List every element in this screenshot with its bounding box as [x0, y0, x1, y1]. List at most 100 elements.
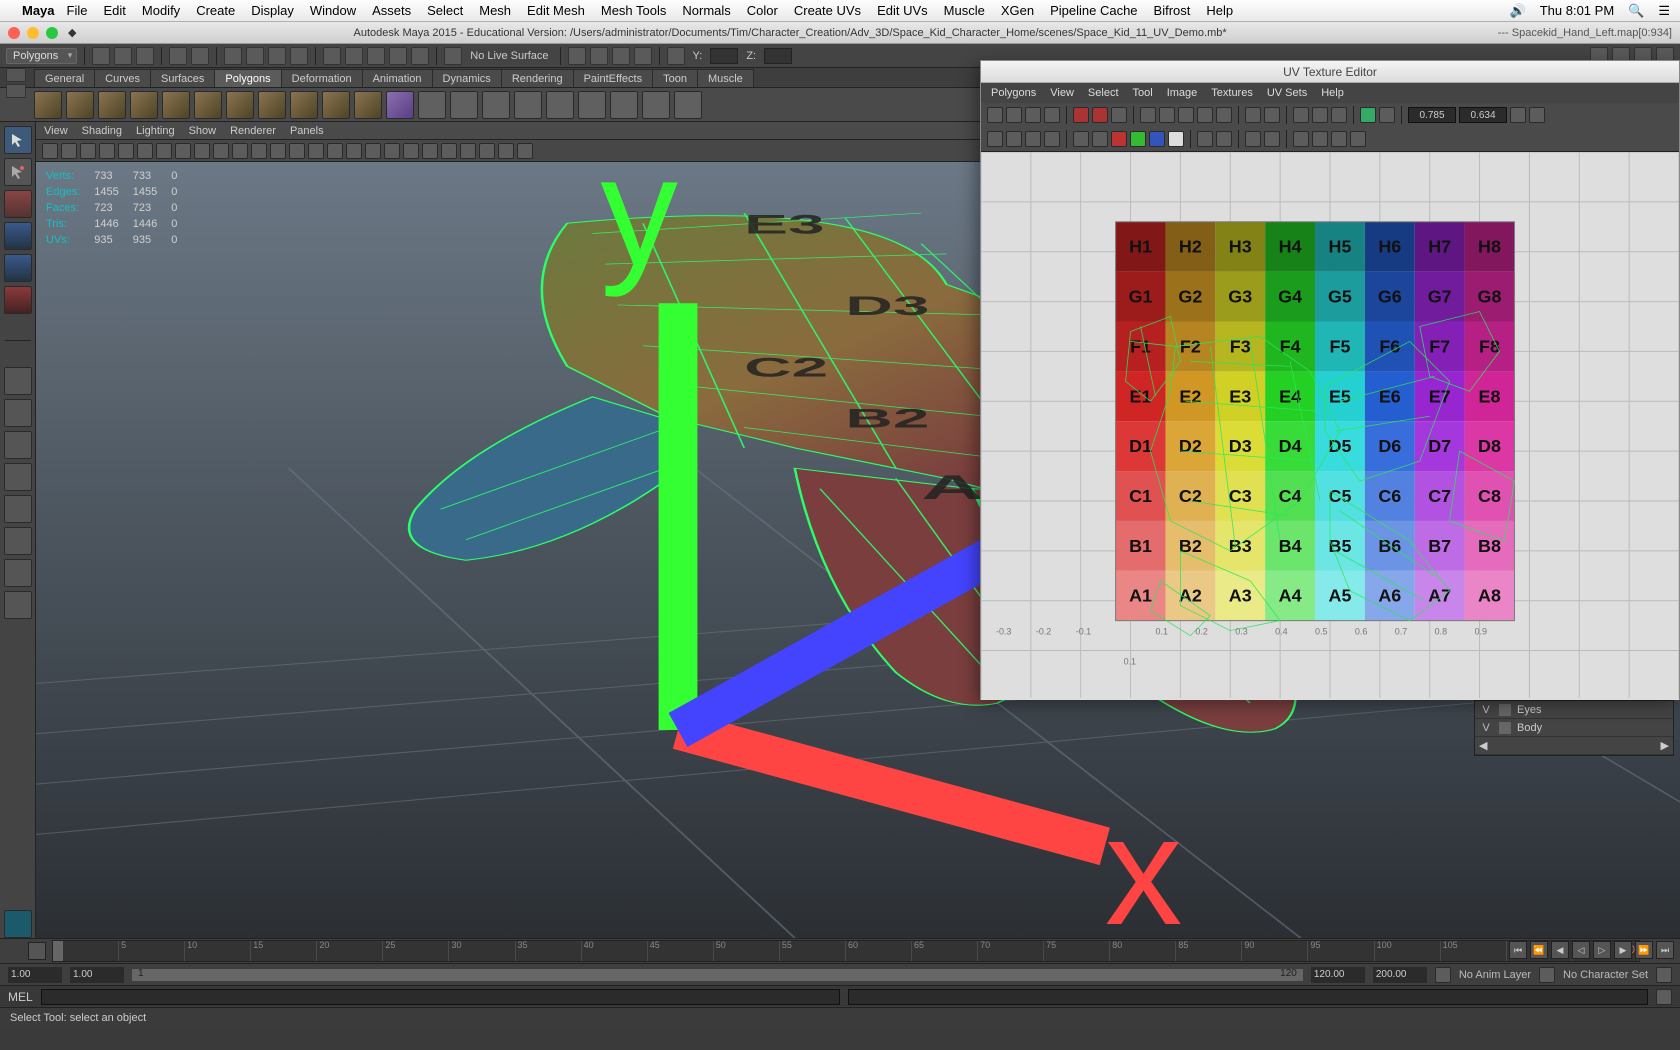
- z-field[interactable]: [764, 48, 792, 64]
- uv-menu-textures[interactable]: Textures: [1211, 87, 1253, 99]
- poly-pipe-icon[interactable]: [290, 91, 318, 119]
- uv-menu-select[interactable]: Select: [1088, 87, 1119, 99]
- shelf-tab-rendering[interactable]: Rendering: [501, 69, 574, 87]
- time-track[interactable]: 1510152025303540455055606570758085909510…: [52, 940, 1640, 962]
- playback-end-field[interactable]: 120.00: [1311, 967, 1365, 983]
- shelf-tab-toon[interactable]: Toon: [652, 69, 698, 87]
- menu-help[interactable]: Help: [1206, 3, 1233, 18]
- select-mask3-icon[interactable]: [290, 47, 308, 65]
- menu-create-uvs[interactable]: Create UVs: [794, 3, 861, 18]
- redo-icon[interactable]: [191, 47, 209, 65]
- poly-sphere-icon[interactable]: [34, 91, 62, 119]
- uv-nudge-u-icon[interactable]: [1331, 131, 1347, 147]
- panel-menu-lighting[interactable]: Lighting: [136, 125, 175, 137]
- shelf-tab-surfaces[interactable]: Surfaces: [150, 69, 215, 87]
- uv-menu-view[interactable]: View: [1050, 87, 1074, 99]
- anim-layer-icon[interactable]: [1539, 967, 1555, 983]
- menu-normals[interactable]: Normals: [682, 3, 730, 18]
- reduce-icon[interactable]: [610, 91, 638, 119]
- shelf-tab-muscle[interactable]: Muscle: [697, 69, 754, 87]
- zoom-icon[interactable]: [46, 27, 58, 39]
- goto-end-icon[interactable]: ⏭: [1656, 941, 1674, 959]
- paint-tool-icon[interactable]: [4, 190, 32, 218]
- uv-paste-icon[interactable]: [1529, 107, 1545, 123]
- volume-icon[interactable]: 🔊: [1510, 3, 1526, 19]
- uv-rotate-ccw-icon[interactable]: [1025, 107, 1041, 123]
- menu-mesh[interactable]: Mesh: [479, 3, 511, 18]
- menu-assets[interactable]: Assets: [372, 3, 411, 18]
- select-tool-icon[interactable]: [4, 126, 32, 154]
- uv-menu-uvsets[interactable]: UV Sets: [1267, 87, 1307, 99]
- menu-edit[interactable]: Edit: [103, 3, 125, 18]
- shelf-editor-icon[interactable]: [6, 68, 26, 82]
- play-back-icon[interactable]: ◁: [1572, 941, 1590, 959]
- uv-layout-icon[interactable]: [1140, 107, 1156, 123]
- menu-display[interactable]: Display: [251, 3, 294, 18]
- snap-live-icon[interactable]: [411, 47, 429, 65]
- step-back-key-icon[interactable]: ⏪: [1530, 941, 1548, 959]
- uv-frame-all-icon[interactable]: [1197, 131, 1213, 147]
- rotate-tool-icon[interactable]: [4, 254, 32, 282]
- render-icon[interactable]: [590, 47, 608, 65]
- live-surface-icon[interactable]: [444, 47, 462, 65]
- uv-display-r-icon[interactable]: [1111, 131, 1127, 147]
- uv-nudge-d-icon[interactable]: [1350, 131, 1366, 147]
- uv-align-icon[interactable]: [1178, 107, 1194, 123]
- uv-canvas[interactable]: H1H2H3H4H5H6H7H8G1G2G3G4G5G6G7G8F1F2F3F4…: [981, 152, 1679, 700]
- snap-grid-icon[interactable]: [323, 47, 341, 65]
- uv-cut-icon[interactable]: [1073, 107, 1089, 123]
- uv-display-g-icon[interactable]: [1130, 131, 1146, 147]
- ipr-icon[interactable]: [612, 47, 630, 65]
- step-back-icon[interactable]: ◀: [1551, 941, 1569, 959]
- menu-modify[interactable]: Modify: [142, 3, 180, 18]
- menu-muscle[interactable]: Muscle: [944, 3, 985, 18]
- maya-home-icon[interactable]: [4, 910, 32, 938]
- menu-create[interactable]: Create: [196, 3, 235, 18]
- two-pane-h-icon[interactable]: [4, 431, 32, 459]
- boolean-icon[interactable]: [578, 91, 606, 119]
- uv-snap-icon[interactable]: [1159, 107, 1175, 123]
- anim-end-field[interactable]: 200.00: [1373, 967, 1427, 983]
- smooth-icon[interactable]: [546, 91, 574, 119]
- uv-shade-icon[interactable]: [1293, 107, 1309, 123]
- save-scene-icon[interactable]: [136, 47, 154, 65]
- uv-menu-image[interactable]: Image: [1167, 87, 1198, 99]
- anim-prefs-icon[interactable]: [1435, 967, 1451, 983]
- move-tool-icon[interactable]: [4, 222, 32, 250]
- uv-bake-icon[interactable]: [1264, 131, 1280, 147]
- poly-type-icon[interactable]: [418, 91, 446, 119]
- range-slider[interactable]: 1 120: [132, 969, 1303, 981]
- menu-window[interactable]: Window: [310, 3, 356, 18]
- uv-nudge-r-icon[interactable]: [1312, 131, 1328, 147]
- step-fwd-icon[interactable]: ▶: [1614, 941, 1632, 959]
- panel-menu-shading[interactable]: Shading: [82, 125, 122, 137]
- menu-edit-mesh[interactable]: Edit Mesh: [527, 3, 585, 18]
- play-fwd-icon[interactable]: ▷: [1593, 941, 1611, 959]
- anim-start-field[interactable]: 1.00: [8, 967, 62, 983]
- shelf-tab-painteffects[interactable]: PaintEffects: [573, 69, 654, 87]
- open-scene-icon[interactable]: [114, 47, 132, 65]
- y-field[interactable]: [710, 48, 738, 64]
- uv-flip-v-icon[interactable]: [1006, 107, 1022, 123]
- outliner-layout-icon[interactable]: [4, 495, 32, 523]
- shelf-tab-animation[interactable]: Animation: [362, 69, 433, 87]
- uv-sew-icon[interactable]: [1092, 107, 1108, 123]
- uv-flip-u-icon[interactable]: [987, 107, 1003, 123]
- menu-extras-icon[interactable]: ☰: [1658, 3, 1670, 19]
- uv-display-image-icon[interactable]: [1073, 131, 1089, 147]
- shelf-tab-general[interactable]: General: [34, 69, 95, 87]
- panel-menu-renderer[interactable]: Renderer: [230, 125, 276, 137]
- poly-plane-icon[interactable]: [162, 91, 190, 119]
- panel-menu-show[interactable]: Show: [189, 125, 217, 137]
- undo-icon[interactable]: [169, 47, 187, 65]
- select-mask2-icon[interactable]: [268, 47, 286, 65]
- autokey-icon[interactable]: [1656, 967, 1672, 983]
- poly-platonic-icon[interactable]: [386, 91, 414, 119]
- uv-lattice-icon[interactable]: [1006, 131, 1022, 147]
- hypershade-layout-icon[interactable]: [4, 559, 32, 587]
- poly-pyramid-icon[interactable]: [258, 91, 286, 119]
- uv-move-sew-icon[interactable]: [1111, 107, 1127, 123]
- playback-start-field[interactable]: 1.00: [70, 967, 124, 983]
- layer-vis-toggle[interactable]: V: [1479, 704, 1493, 716]
- menu-pipeline-cache[interactable]: Pipeline Cache: [1050, 3, 1137, 18]
